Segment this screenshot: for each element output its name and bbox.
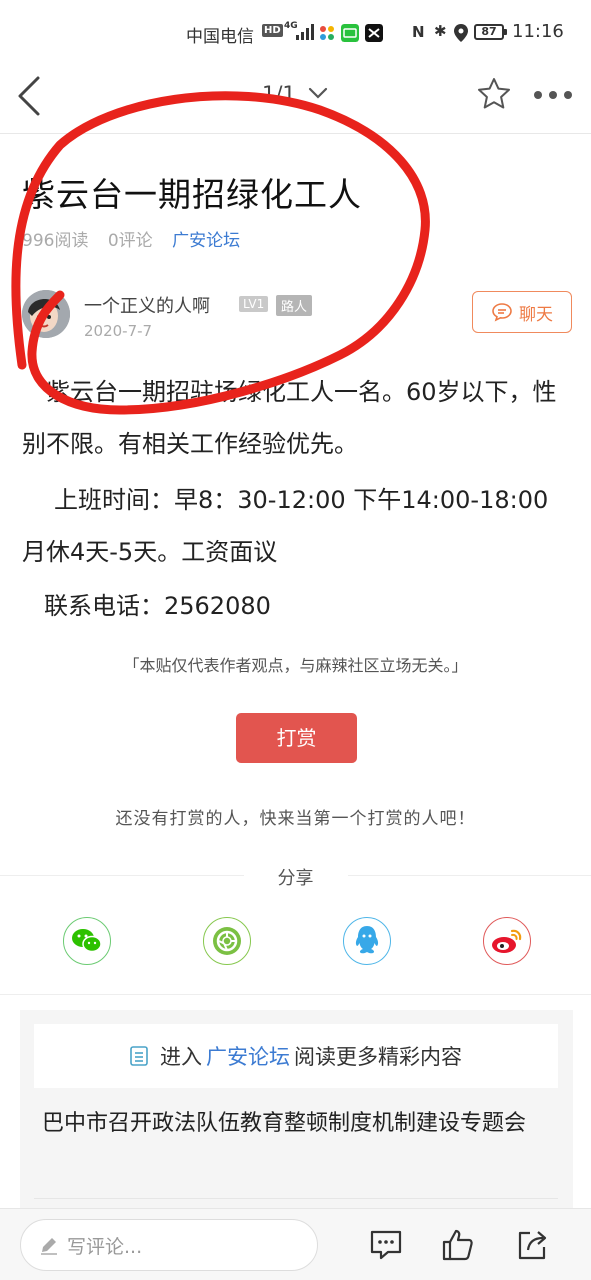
article-paragraph: 上班时间：早8：30-12:00 下午14:00-18:00 月休4天-5天。工… (22, 486, 549, 566)
like-icon[interactable] (440, 1227, 476, 1263)
carrier-label: 中国电信 (186, 27, 254, 47)
related-article-link[interactable]: 巴中市召开政法队伍教育整顿制度机制建设专题会 (42, 1106, 542, 1142)
comment-count: 0评论 (107, 231, 153, 251)
nav-bar: 1/1 (0, 64, 591, 134)
share-weibo-button[interactable] (483, 917, 531, 965)
moments-icon (213, 927, 241, 955)
pencil-icon (41, 1238, 57, 1255)
enter-suffix: 阅读更多精彩内容 (294, 1045, 462, 1069)
role-badge: 路人 (276, 295, 313, 316)
avatar[interactable] (22, 290, 70, 338)
signal-icon (296, 24, 314, 40)
chevron-down-icon[interactable] (308, 86, 328, 100)
share-wechat-button[interactable] (63, 917, 111, 965)
enter-prefix: 进入 (160, 1045, 202, 1069)
divider (0, 994, 591, 995)
hd-badge: HD (262, 24, 283, 37)
chat-label: 聊天 (519, 304, 553, 325)
bottom-bar: 写评论... (0, 1208, 591, 1280)
reward-note: 还没有打赏的人，快来当第一个打赏的人吧！ (115, 809, 476, 829)
qq-icon (355, 926, 379, 954)
status-bar: 中国电信 HD 4G N ✱ 87 11:16 (0, 0, 591, 64)
battery-indicator: 87 (474, 24, 507, 40)
post-date: 2020-7-7 (84, 322, 153, 340)
article-paragraph: 紫云台一期招驻场绿化工人一名。60岁以下，性别不限。有相关工作经验优先。 (22, 378, 557, 458)
location-icon (454, 24, 468, 42)
share-qq-button[interactable] (343, 917, 391, 965)
bluetooth-icon: ✱ (434, 22, 447, 40)
list-icon (130, 1046, 148, 1066)
divider (34, 1198, 558, 1199)
share-label: 分享 (277, 868, 314, 889)
enter-forum-link[interactable]: 进入 广安论坛 阅读更多精彩内容 (34, 1024, 558, 1088)
clock: 11:16 (512, 21, 564, 42)
star-icon[interactable] (476, 76, 512, 112)
comment-placeholder: 写评论... (67, 1235, 143, 1258)
disclaimer: 「本贴仅代表作者观点，与麻辣社区立场无关。」 (123, 656, 468, 675)
nfc-icon: N (412, 23, 425, 41)
page-indicator[interactable]: 1/1 (262, 82, 296, 106)
reward-button[interactable]: 打赏 (236, 713, 357, 763)
share-icon[interactable] (514, 1227, 550, 1263)
comments-icon[interactable] (368, 1227, 404, 1263)
share-moments-button[interactable] (203, 917, 251, 965)
iqiyi-notification-icon (341, 24, 359, 42)
avatar-image (22, 290, 70, 338)
more-icon[interactable] (533, 90, 573, 100)
read-count: 996阅读 (22, 231, 89, 251)
weibo-icon (492, 929, 522, 953)
capcut-notification-icon (365, 24, 383, 42)
author-name[interactable]: 一个正义的人啊 (84, 292, 210, 318)
forum-link[interactable]: 广安论坛 (172, 231, 240, 251)
enter-forum-name: 广安论坛 (206, 1045, 290, 1069)
chat-button[interactable]: 聊天 (472, 291, 572, 333)
comment-input[interactable]: 写评论... (20, 1219, 318, 1271)
wechat-icon (72, 929, 102, 953)
chat-bubble-icon (492, 303, 512, 322)
article-title: 紫云台一期招绿化工人 (22, 175, 362, 214)
article-meta: 996阅读 0评论 广安论坛 (22, 226, 254, 251)
article-paragraph: 联系电话：2562080 (44, 592, 271, 620)
app-notification-icon (320, 26, 334, 40)
back-icon[interactable] (14, 74, 46, 118)
level-badge: LV1 (239, 296, 269, 312)
